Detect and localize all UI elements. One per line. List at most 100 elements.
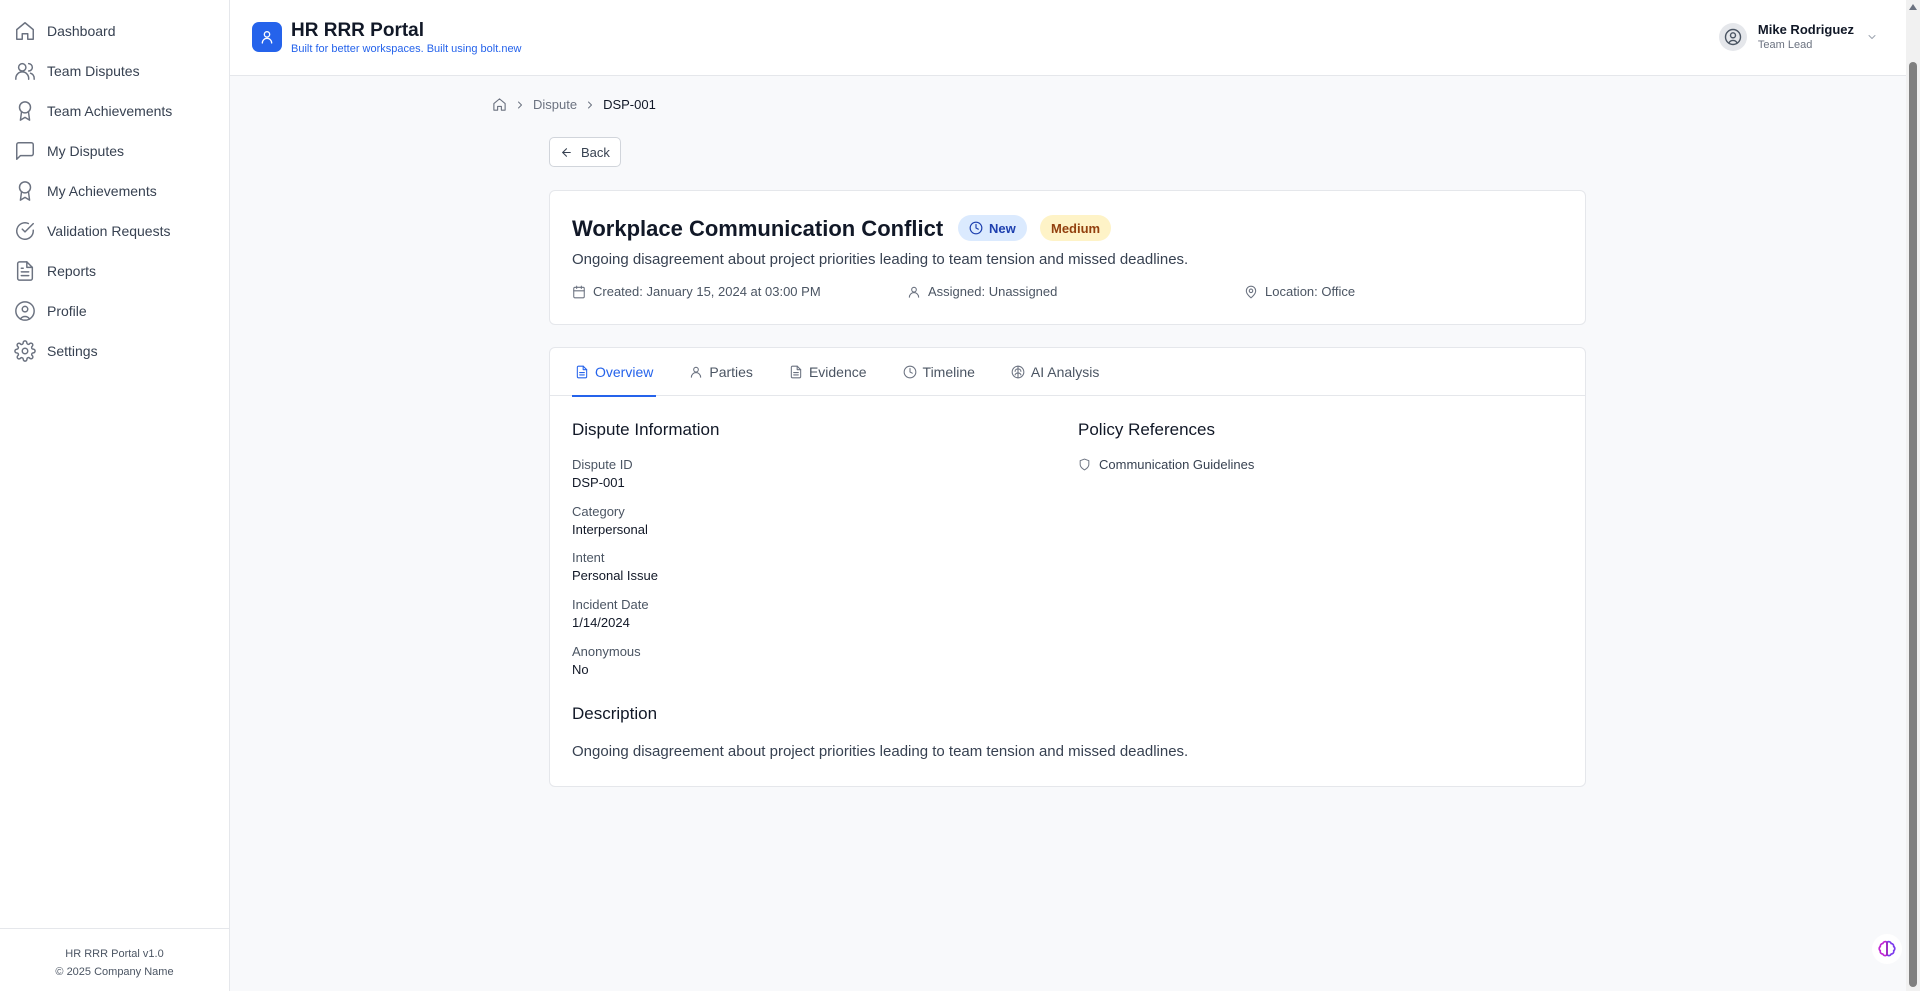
sidebar-item-settings[interactable]: Settings <box>0 331 229 371</box>
sidebar-item-label: Settings <box>47 343 98 359</box>
sidebar-item-label: Validation Requests <box>47 223 171 239</box>
created-meta: Created: January 15, 2024 at 03:00 PM <box>572 284 821 299</box>
policy-item[interactable]: Communication Guidelines <box>1078 457 1254 472</box>
scrollbar-thumb[interactable] <box>1909 62 1917 987</box>
user-circle-icon <box>14 300 36 322</box>
file-icon <box>789 365 803 379</box>
location-meta: Location: Office <box>1244 284 1355 299</box>
user-icon <box>907 285 921 299</box>
field-value-incident-date: 1/14/2024 <box>572 615 630 630</box>
tab-label: Timeline <box>922 364 975 380</box>
chevron-right-icon <box>514 99 526 111</box>
sidebar-item-my-disputes[interactable]: My Disputes <box>0 131 229 171</box>
tab-bar: Overview Parties Evidence Timeline AI An… <box>550 348 1585 397</box>
app-title: HR RRR Portal <box>291 20 425 41</box>
sidebar-nav: Dashboard Team Disputes Team Achievement… <box>0 0 229 371</box>
chevron-down-icon <box>1866 31 1878 43</box>
avatar <box>1718 23 1747 51</box>
sidebar-item-dashboard[interactable]: Dashboard <box>0 11 229 51</box>
map-pin-icon <box>1244 285 1258 299</box>
sidebar-item-profile[interactable]: Profile <box>0 291 229 331</box>
app-version: HR RRR Portal v1.0 <box>65 948 164 960</box>
home-icon[interactable] <box>492 97 507 112</box>
award-icon <box>14 180 36 202</box>
sidebar-item-label: My Achievements <box>47 183 157 199</box>
user-circle-icon <box>1724 28 1742 46</box>
file-text-icon <box>14 260 36 282</box>
breadcrumb: Dispute DSP-001 <box>492 97 656 112</box>
page-title: Workplace Communication Conflict <box>572 216 944 241</box>
policy-references-heading: Policy References <box>1078 420 1216 439</box>
sidebar-item-label: My Disputes <box>47 143 125 159</box>
copyright: © 2025 Company Name <box>55 966 174 978</box>
award-icon <box>14 100 36 122</box>
user-name: Mike Rodriguez <box>1757 22 1854 37</box>
description-heading: Description <box>572 704 658 723</box>
dispute-summary: Ongoing disagreement about project prior… <box>572 251 1189 268</box>
brain-icon <box>1877 939 1897 959</box>
tab-label: Evidence <box>808 364 867 380</box>
user-info: Mike Rodriguez Team Lead <box>1758 22 1854 52</box>
field-label-intent: Intent <box>572 550 605 565</box>
dispute-details-card: Overview Parties Evidence Timeline AI An… <box>549 347 1586 787</box>
sidebar-item-label: Team Achievements <box>47 103 173 119</box>
policy-item-label: Communication Guidelines <box>1099 457 1255 472</box>
check-circle-icon <box>14 220 36 242</box>
field-value-category: Interpersonal <box>572 522 648 537</box>
sidebar-item-label: Team Disputes <box>47 63 140 79</box>
user-role: Team Lead <box>1757 39 1813 51</box>
app-subtitle[interactable]: Built for better workspaces. Built using… <box>291 43 522 55</box>
tab-ai-analysis[interactable]: AI Analysis <box>1008 348 1102 396</box>
assigned-meta: Assigned: Unassigned <box>907 284 1057 299</box>
shield-icon <box>1078 458 1091 471</box>
home-icon <box>14 20 36 42</box>
status-badge: New <box>958 215 1027 241</box>
field-value-intent: Personal Issue <box>572 568 658 583</box>
clock-icon <box>903 365 917 379</box>
user-menu[interactable]: Mike Rodriguez Team Lead <box>1718 22 1878 52</box>
assigned-text: Assigned: Unassigned <box>928 284 1058 299</box>
field-label-category: Category <box>572 504 625 519</box>
tab-parties[interactable]: Parties <box>686 348 756 396</box>
dispute-header-card: Workplace Communication Conflict New Med… <box>549 190 1586 325</box>
description-text: Ongoing disagreement about project prior… <box>572 743 1189 760</box>
sidebar-item-my-achievements[interactable]: My Achievements <box>0 171 229 211</box>
sidebar-item-team-disputes[interactable]: Team Disputes <box>0 51 229 91</box>
sidebar-item-label: Profile <box>47 303 87 319</box>
field-value-anonymous: No <box>572 662 589 677</box>
gear-icon <box>14 340 36 362</box>
tab-timeline[interactable]: Timeline <box>900 348 978 396</box>
breadcrumb-dispute[interactable]: Dispute <box>533 97 577 112</box>
sidebar-footer: HR RRR Portal v1.0 © 2025 Company Name <box>0 928 229 991</box>
field-label-dispute-id: Dispute ID <box>572 457 633 472</box>
file-text-icon <box>575 365 589 379</box>
sidebar: Dashboard Team Disputes Team Achievement… <box>0 0 230 991</box>
breadcrumb-current: DSP-001 <box>603 97 656 112</box>
message-square-icon <box>14 140 36 162</box>
ai-assistant-button[interactable] <box>1872 934 1902 964</box>
field-value-dispute-id: DSP-001 <box>572 475 625 490</box>
dispute-info-heading: Dispute Information <box>572 420 720 439</box>
tab-label: Overview <box>595 364 654 380</box>
user-icon <box>689 365 703 379</box>
tab-overview[interactable]: Overview <box>572 348 657 397</box>
back-button[interactable]: Back <box>549 137 621 167</box>
sidebar-item-team-achievements[interactable]: Team Achievements <box>0 91 229 131</box>
brain-icon <box>1011 365 1025 379</box>
location-text: Location: Office <box>1265 284 1356 299</box>
status-badge-label: New <box>989 220 1016 236</box>
caret-up-icon[interactable] <box>1909 4 1917 10</box>
tab-evidence[interactable]: Evidence <box>786 348 870 396</box>
tab-label: AI Analysis <box>1030 364 1100 380</box>
arrow-left-icon <box>560 146 573 159</box>
sidebar-item-reports[interactable]: Reports <box>0 251 229 291</box>
field-label-incident-date: Incident Date <box>572 597 649 612</box>
field-label-anonymous: Anonymous <box>572 644 641 659</box>
back-button-label: Back <box>581 144 610 160</box>
sidebar-item-validation-requests[interactable]: Validation Requests <box>0 211 229 251</box>
top-header: HR RRR Portal Built for better workspace… <box>230 0 1906 76</box>
chevron-right-icon <box>584 99 596 111</box>
created-text: Created: January 15, 2024 at 03:00 PM <box>593 284 821 299</box>
page-scrollbar[interactable] <box>1906 0 1920 991</box>
tab-label: Parties <box>709 364 753 380</box>
